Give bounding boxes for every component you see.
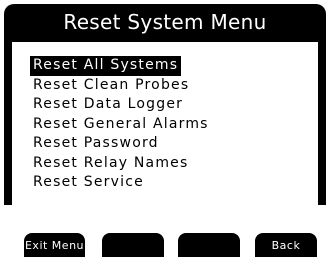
back-label: Back	[271, 239, 301, 252]
menu-item-reset-data-logger[interactable]: Reset Data Logger	[30, 95, 212, 115]
menu-item-reset-general-alarms[interactable]: Reset General Alarms	[30, 115, 212, 135]
window-title: Reset System Menu	[63, 10, 267, 34]
softkey-bar: Exit Menu Back	[4, 205, 326, 257]
device-screen: Reset System Menu Reset All Systems Rese…	[0, 0, 330, 257]
exit-menu-button[interactable]: Exit Menu	[24, 233, 85, 257]
menu-item-reset-password[interactable]: Reset Password	[30, 134, 212, 154]
exit-menu-label: Exit Menu	[24, 239, 85, 252]
menu-panel: Reset All Systems Reset Clean Probes Res…	[12, 42, 318, 205]
reset-menu-list: Reset All Systems Reset Clean Probes Res…	[30, 54, 212, 193]
menu-item-reset-relay-names[interactable]: Reset Relay Names	[30, 154, 212, 174]
menu-item-reset-service[interactable]: Reset Service	[30, 173, 212, 193]
menu-item-reset-all-systems[interactable]: Reset All Systems	[30, 56, 182, 76]
menu-item-reset-clean-probes[interactable]: Reset Clean Probes	[30, 76, 212, 96]
softkey-2-button[interactable]	[102, 233, 164, 257]
softkey-3-button[interactable]	[178, 233, 240, 257]
back-button[interactable]: Back	[255, 233, 317, 257]
